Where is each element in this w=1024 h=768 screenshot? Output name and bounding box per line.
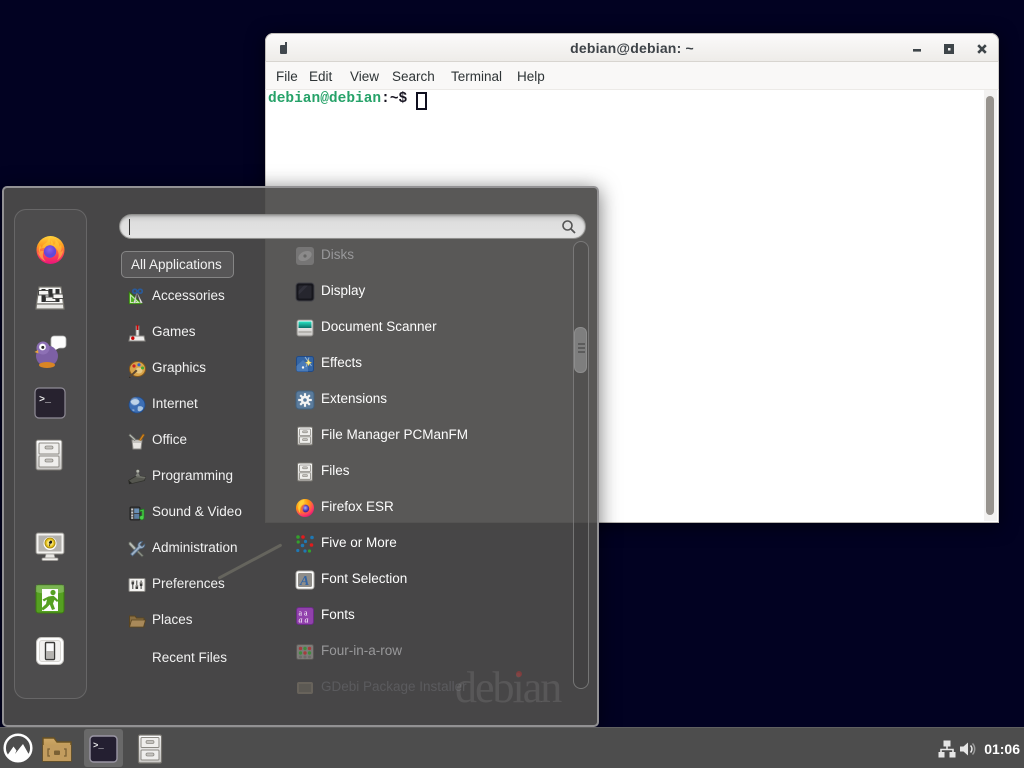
svg-text:>_: >_ <box>39 395 52 406</box>
svg-text:>_: >_ <box>93 741 104 751</box>
svg-text:a a: a a <box>299 616 309 625</box>
svg-text:A: A <box>299 574 309 589</box>
